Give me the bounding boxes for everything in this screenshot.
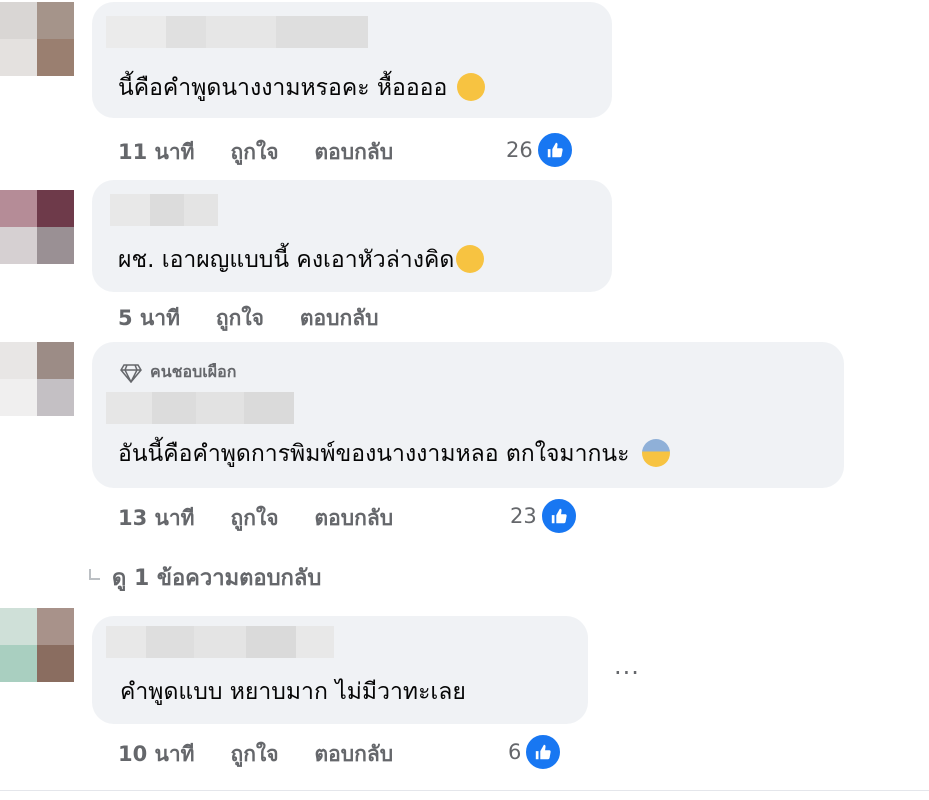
thumbs-up-icon: [524, 733, 563, 771]
timestamp[interactable]: 10 นาที: [118, 738, 195, 771]
anxious-face-emoji: [641, 438, 670, 467]
reply-button[interactable]: ตอบกลับ: [315, 738, 394, 771]
top-fan-badge[interactable]: คนชอบเผือก: [120, 360, 236, 385]
eye-roll-emoji: [456, 244, 485, 273]
reaction-count[interactable]: 23: [510, 497, 578, 535]
thumbs-up-icon: [539, 497, 578, 535]
reply-button[interactable]: ตอบกลับ: [315, 502, 394, 535]
comment-text: คำพูดแบบ หยาบมาก ไม่มีวาทะเลย: [120, 679, 466, 705]
comment-meta: 11 นาที ถูกใจ ตอบกลับ: [118, 136, 393, 169]
like-button[interactable]: ถูกใจ: [231, 738, 279, 771]
view-replies-link[interactable]: ดู 1 ข้อความตอบกลับ: [88, 560, 321, 595]
thumbs-up-icon: [535, 131, 574, 169]
reply-arrow-icon: [89, 568, 100, 580]
like-button[interactable]: ถูกใจ: [216, 302, 264, 335]
comment-meta: 13 นาที ถูกใจ ตอบกลับ: [118, 502, 393, 535]
timestamp[interactable]: 5 นาที: [118, 302, 180, 335]
avatar[interactable]: [0, 342, 74, 416]
timestamp[interactable]: 13 นาที: [118, 502, 195, 535]
comment-meta: 5 นาที ถูกใจ ตอบกลับ: [118, 302, 378, 335]
more-options-icon[interactable]: ...: [614, 652, 640, 680]
like-button[interactable]: ถูกใจ: [231, 136, 279, 169]
timestamp[interactable]: 11 นาที: [118, 136, 195, 169]
commenter-name-blurred[interactable]: [106, 392, 294, 424]
like-button[interactable]: ถูกใจ: [231, 502, 279, 535]
commenter-name-blurred[interactable]: [106, 626, 334, 658]
diamond-icon: [120, 363, 142, 383]
commenter-name-blurred[interactable]: [110, 194, 218, 226]
reply-button[interactable]: ตอบกลับ: [315, 136, 394, 169]
reaction-count[interactable]: 6: [508, 733, 563, 771]
comment-meta: 10 นาที ถูกใจ ตอบกลับ: [118, 738, 393, 771]
comment-text: ผช. เอาผญแบบนี้ คงเอาหัวล่างคิด: [118, 244, 485, 275]
commenter-name-blurred[interactable]: [106, 16, 368, 48]
avatar[interactable]: [0, 190, 74, 264]
comment-text: อันนี้คือคำพูดการพิมพ์ของนางงามหลอ ตกใจม…: [118, 438, 670, 469]
divider: [0, 790, 929, 791]
avatar[interactable]: [0, 2, 74, 76]
avatar[interactable]: [0, 608, 74, 682]
laughing-squint-emoji: [457, 72, 486, 101]
reply-button[interactable]: ตอบกลับ: [300, 302, 379, 335]
reaction-count[interactable]: 26: [506, 131, 574, 169]
comment-text: นี้คือคำพูดนางงามหรอคะ หื้ออออ: [118, 72, 486, 103]
